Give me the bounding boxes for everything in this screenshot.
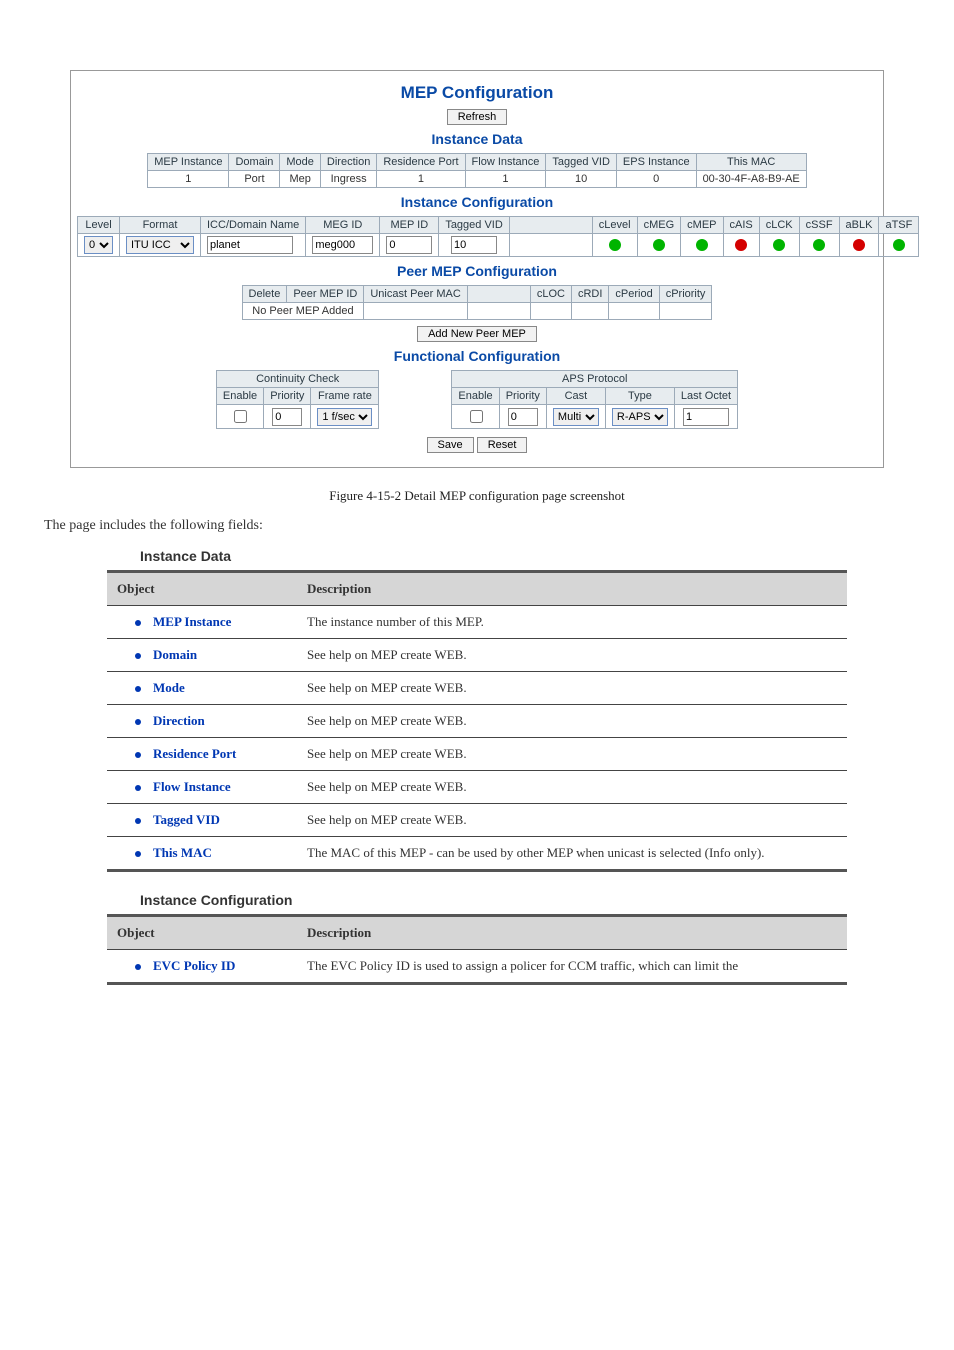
description-cell: The MAC of this MEP - can be used by oth… (297, 837, 847, 871)
bullet-icon (135, 752, 141, 758)
table-row: Tagged VIDSee help on MEP create WEB. (107, 804, 847, 837)
col: Flow Instance (465, 154, 546, 171)
cc-head: Continuity Check (216, 371, 379, 388)
cc-rate-select[interactable]: 1 f/sec (317, 408, 372, 426)
bullet-icon (135, 785, 141, 791)
table-row: 0 ITU ICC (78, 234, 919, 257)
mep-config-screenshot: MEP Configuration Refresh Instance Data … (70, 70, 884, 468)
func-table: Continuity Check APS Protocol Enable Pri… (216, 370, 738, 429)
instance-data-desc-table: Object Description MEP InstanceThe insta… (107, 570, 847, 872)
cc-enable-checkbox[interactable] (234, 410, 247, 423)
status-dot (696, 239, 708, 251)
description-cell: See help on MEP create WEB. (297, 804, 847, 837)
col: Direction (320, 154, 376, 171)
instance-data-subhead: Instance Data (140, 548, 814, 564)
bullet-icon (135, 620, 141, 626)
col: Domain (229, 154, 280, 171)
bullet-icon (135, 653, 141, 659)
object-cell: Tagged VID (107, 804, 297, 837)
aps-type-select[interactable]: R-APS (612, 408, 668, 426)
object-cell: Residence Port (107, 738, 297, 771)
instance-config-table: Level Format ICC/Domain Name MEG ID MEP … (77, 216, 919, 257)
aps-priority-input[interactable] (508, 408, 538, 426)
col: Residence Port (377, 154, 465, 171)
peer-heading: Peer MEP Configuration (77, 263, 877, 279)
object-cell: This MAC (107, 837, 297, 871)
object-cell: Domain (107, 639, 297, 672)
instance-cfg-subhead: Instance Configuration (140, 892, 814, 908)
icc-input[interactable] (207, 236, 293, 254)
table-row: No Peer MEP Added (242, 303, 712, 320)
status-dot (609, 239, 621, 251)
description-cell: The EVC Policy ID is used to assign a po… (297, 950, 847, 984)
object-cell: MEP Instance (107, 606, 297, 639)
refresh-button[interactable]: Refresh (447, 109, 508, 125)
description-cell: The instance number of this MEP. (297, 606, 847, 639)
bullet-icon (135, 719, 141, 725)
format-select[interactable]: ITU ICC (126, 236, 194, 254)
table-row: DirectionSee help on MEP create WEB. (107, 705, 847, 738)
bullet-icon (135, 851, 141, 857)
tvid-input[interactable] (451, 236, 497, 254)
description-cell: See help on MEP create WEB. (297, 672, 847, 705)
table-row: EVC Policy IDThe EVC Policy ID is used t… (107, 950, 847, 984)
table-row: 1 f/sec Multi R-APS (216, 405, 737, 429)
status-dot (853, 239, 865, 251)
func-heading: Functional Configuration (77, 348, 877, 364)
instance-data-heading: Instance Data (77, 131, 877, 147)
peer-table: Delete Peer MEP ID Unicast Peer MAC cLOC… (242, 285, 713, 320)
table-row: ModeSee help on MEP create WEB. (107, 672, 847, 705)
cc-priority-input[interactable] (272, 408, 302, 426)
bullet-icon (135, 818, 141, 824)
bullet-icon (135, 686, 141, 692)
table-row: Residence PortSee help on MEP create WEB… (107, 738, 847, 771)
status-dot (893, 239, 905, 251)
object-cell: Mode (107, 672, 297, 705)
col: Tagged VID (546, 154, 616, 171)
add-peer-button[interactable]: Add New Peer MEP (417, 326, 537, 342)
table-row: 1 Port Mep Ingress 1 1 10 0 00-30-4F-A8-… (148, 171, 807, 188)
table-row: MEP InstanceThe instance number of this … (107, 606, 847, 639)
object-cell: Direction (107, 705, 297, 738)
lead-text: The page includes the following fields: (44, 518, 910, 534)
figure-caption: Figure 4-15-2 Detail MEP configuration p… (40, 488, 914, 504)
col: EPS Instance (616, 154, 696, 171)
instance-cfg-desc-table: Object Description EVC Policy IDThe EVC … (107, 914, 847, 985)
aps-enable-checkbox[interactable] (470, 410, 483, 423)
mepid-input[interactable] (386, 236, 432, 254)
col: This MAC (696, 154, 806, 171)
col: MEP Instance (148, 154, 229, 171)
description-cell: See help on MEP create WEB. (297, 771, 847, 804)
status-dot (653, 239, 665, 251)
status-dot (735, 239, 747, 251)
table-row: This MACThe MAC of this MEP - can be use… (107, 837, 847, 871)
reset-button[interactable]: Reset (477, 437, 528, 453)
description-cell: See help on MEP create WEB. (297, 639, 847, 672)
bullet-icon (135, 964, 141, 970)
instance-config-heading: Instance Configuration (77, 194, 877, 210)
description-cell: See help on MEP create WEB. (297, 705, 847, 738)
status-dot (773, 239, 785, 251)
instance-data-table: MEP Instance Domain Mode Direction Resid… (147, 153, 807, 188)
aps-last-input[interactable] (683, 408, 729, 426)
table-row: Flow InstanceSee help on MEP create WEB. (107, 771, 847, 804)
object-cell: Flow Instance (107, 771, 297, 804)
status-dot (813, 239, 825, 251)
aps-head: APS Protocol (452, 371, 738, 388)
megid-input[interactable] (312, 236, 373, 254)
level-select[interactable]: 0 (84, 236, 113, 254)
save-button[interactable]: Save (427, 437, 474, 453)
description-cell: See help on MEP create WEB. (297, 738, 847, 771)
aps-cast-select[interactable]: Multi (553, 408, 599, 426)
col: Mode (280, 154, 321, 171)
table-row: DomainSee help on MEP create WEB. (107, 639, 847, 672)
shot-title: MEP Configuration (77, 83, 877, 103)
object-cell: EVC Policy ID (107, 950, 297, 984)
